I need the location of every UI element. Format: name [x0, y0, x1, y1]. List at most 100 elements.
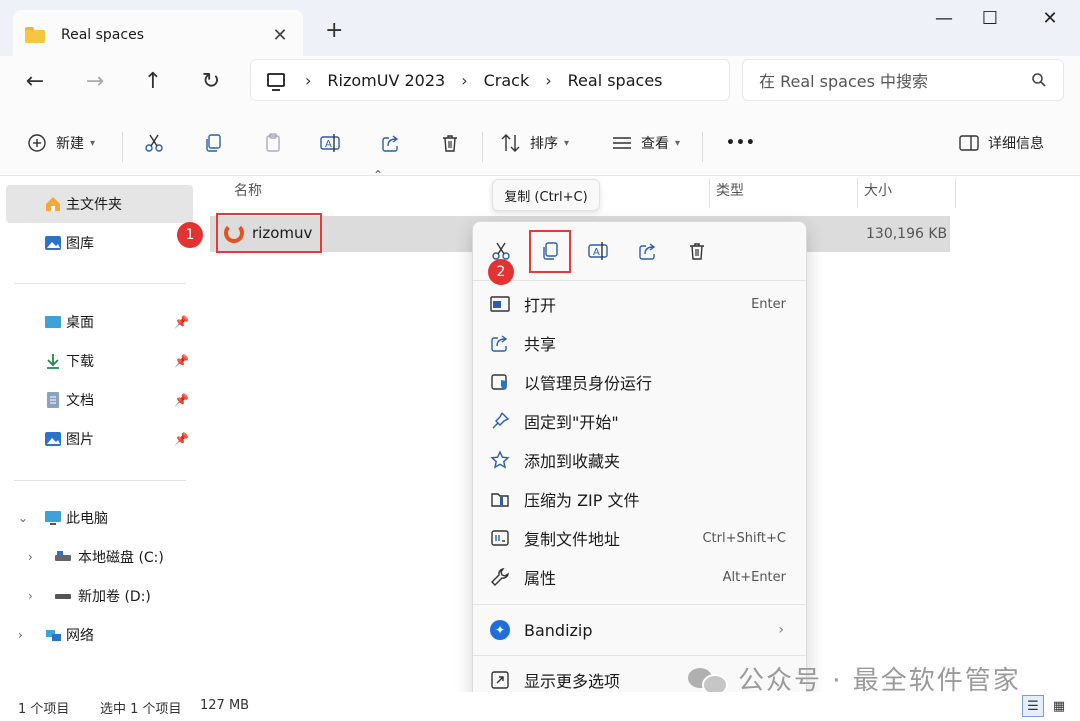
share-action[interactable] [631, 234, 665, 268]
breadcrumb-crack[interactable]: Crack [484, 71, 530, 90]
view-button[interactable]: 查看 ▾ [611, 128, 680, 158]
view-list-icon [611, 132, 633, 154]
search-placeholder: 在 Real spaces 中搜索 [759, 72, 929, 91]
chevron-right-icon[interactable]: › [28, 589, 33, 603]
menu-item-open[interactable]: 打开 Enter [473, 286, 806, 322]
search-input[interactable]: 在 Real spaces 中搜索 [742, 59, 1064, 101]
sidebar-item-home[interactable]: 主文件夹 [6, 185, 193, 223]
column-header-type[interactable]: 类型 [716, 180, 744, 200]
sort-label: 排序 [530, 136, 558, 152]
tab-real-spaces[interactable]: Real spaces ✕ [13, 10, 303, 60]
drive-icon [55, 551, 71, 561]
sidebar-item-desktop[interactable]: 桌面 📌 [6, 303, 193, 341]
details-view-button[interactable]: ☰ [1022, 695, 1044, 717]
chevron-down-icon: ▾ [564, 137, 570, 149]
bandizip-icon: ✦ [489, 619, 511, 641]
sidebar-item-network[interactable]: › 网络 [6, 616, 193, 654]
cut-button[interactable] [143, 128, 165, 158]
new-label: 新建 [56, 136, 84, 152]
sidebar-item-new-volume[interactable]: › 新加卷 (D:) [6, 577, 193, 615]
scissors-icon [143, 132, 165, 154]
tab-close-button[interactable]: ✕ [269, 25, 291, 46]
document-icon [47, 392, 59, 408]
column-divider[interactable] [709, 178, 710, 208]
menu-item-pin-start[interactable]: 固定到"开始" [473, 403, 806, 439]
admin-shield-icon [489, 371, 511, 393]
sidebar-item-local-disk[interactable]: › 本地磁盘 (C:) [6, 538, 193, 576]
menu-shortcut: Enter [751, 296, 786, 312]
sidebar-item-pictures[interactable]: 图片 📌 [6, 420, 193, 458]
step-badge-1: 1 [177, 222, 203, 248]
share-icon [639, 243, 656, 260]
back-button[interactable]: ← [20, 66, 50, 96]
pin-icon[interactable]: 📌 [174, 432, 189, 446]
sidebar-label: 网络 [66, 628, 94, 644]
details-pane-button[interactable]: 详细信息 [958, 128, 1044, 158]
pin-icon[interactable]: 📌 [174, 354, 189, 368]
chevron-down-icon[interactable]: ⌄ [18, 511, 28, 525]
delete-action[interactable] [680, 234, 714, 268]
step-badge-2: 2 [488, 259, 514, 285]
chevron-right-icon[interactable]: › [28, 550, 33, 564]
maximize-button[interactable]: ☐ [966, 6, 1014, 32]
column-divider[interactable] [857, 178, 858, 208]
sidebar-item-this-pc[interactable]: ⌄ 此电脑 [6, 499, 193, 537]
address-bar[interactable]: › RizomUV 2023 › Crack › Real spaces [250, 59, 730, 101]
download-icon [47, 354, 59, 369]
sort-ascending-icon: ⌃ [373, 168, 384, 182]
menu-item-copy-path[interactable]: 复制文件地址 Ctrl+Shift+C [473, 520, 806, 556]
copy-icon [202, 132, 224, 154]
paste-button[interactable] [262, 128, 284, 158]
open-window-icon [489, 293, 511, 315]
new-tab-button[interactable]: + [325, 18, 343, 43]
tab-title: Real spaces [61, 27, 144, 43]
drive-icon [55, 594, 71, 599]
trash-icon [690, 243, 704, 260]
sidebar-item-documents[interactable]: 文档 📌 [6, 381, 193, 419]
copy-button[interactable] [202, 128, 224, 158]
search-icon [1032, 73, 1046, 87]
close-window-button[interactable]: ✕ [1026, 6, 1074, 32]
rename-button[interactable]: A [320, 128, 342, 158]
chevron-down-icon: ▾ [675, 137, 681, 149]
breadcrumb-rizomuv[interactable]: RizomUV 2023 [327, 71, 445, 90]
title-bar: Real spaces ✕ + — ☐ ✕ [0, 0, 1080, 60]
new-button[interactable]: 新建 ▾ [26, 128, 95, 158]
menu-item-compress-zip[interactable]: 压缩为 ZIP 文件 [473, 481, 806, 517]
menu-item-run-as-admin[interactable]: 以管理员身份运行 [473, 364, 806, 400]
menu-item-properties[interactable]: 属性 Alt+Enter [473, 559, 806, 595]
rename-action[interactable]: A [582, 234, 616, 268]
forward-button[interactable]: → [80, 66, 110, 96]
delete-button[interactable] [439, 128, 461, 158]
menu-item-bandizip[interactable]: ✦ Bandizip › [473, 612, 806, 648]
minimize-button[interactable]: — [920, 6, 968, 32]
menu-divider [473, 655, 806, 656]
file-name-highlight[interactable]: rizomuv [216, 213, 322, 253]
column-divider[interactable] [955, 178, 956, 208]
chevron-right-icon[interactable]: › [18, 628, 23, 642]
svg-text:A: A [593, 247, 600, 258]
details-pane-icon [958, 132, 980, 154]
share-button[interactable] [380, 128, 402, 158]
menu-item-add-favorites[interactable]: 添加到收藏夹 [473, 442, 806, 478]
star-icon [489, 449, 511, 471]
breadcrumb-real-spaces[interactable]: Real spaces [568, 71, 663, 90]
sort-button[interactable]: 排序 ▾ [500, 128, 569, 158]
menu-item-share[interactable]: 共享 [473, 325, 806, 361]
tiles-view-button[interactable]: ▦ [1048, 695, 1070, 717]
more-options-button[interactable]: ••• [726, 128, 756, 158]
sidebar-label: 下载 [66, 354, 94, 370]
column-header-name[interactable]: 名称 [234, 180, 262, 200]
share-icon [489, 332, 511, 354]
menu-label: 以管理员身份运行 [524, 374, 653, 393]
menu-label: Bandizip [524, 620, 593, 640]
up-button[interactable]: ↑ [138, 66, 168, 96]
pin-icon[interactable]: 📌 [174, 393, 189, 407]
sidebar-item-gallery[interactable]: 图库 [6, 224, 193, 262]
svg-text:A: A [325, 139, 332, 150]
sidebar-divider [14, 480, 186, 481]
pin-icon[interactable]: 📌 [174, 315, 189, 329]
column-header-size[interactable]: 大小 [864, 180, 892, 200]
sidebar-item-downloads[interactable]: 下载 📌 [6, 342, 193, 380]
refresh-button[interactable]: ↻ [196, 66, 226, 96]
